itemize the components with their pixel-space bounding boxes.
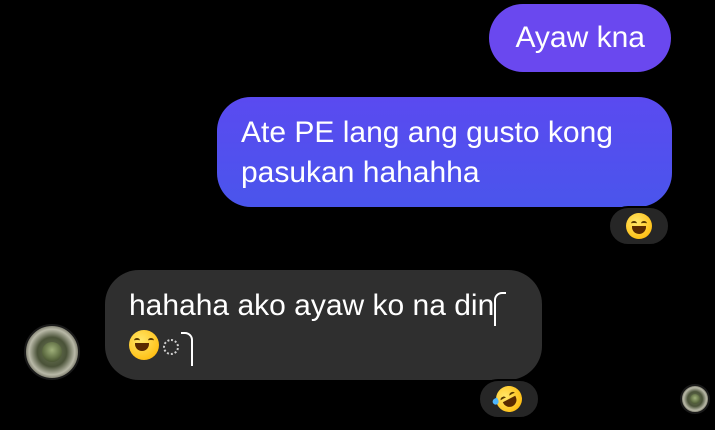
grinning-squinting-face-icon bbox=[129, 330, 159, 361]
grinning-squinting-face-icon bbox=[626, 213, 652, 239]
reaction-badge[interactable] bbox=[478, 379, 540, 419]
chat-thread: Ayaw kna Ate PE lang ang gusto kong pasu… bbox=[0, 0, 715, 430]
reaction-badge[interactable] bbox=[608, 206, 670, 246]
message-text-line-1: hahaha ako ayaw ko na din bbox=[129, 286, 518, 327]
message-bubble-outgoing[interactable]: Ate PE lang ang gusto kong pasukan hahah… bbox=[217, 97, 672, 207]
message-bubble-outgoing[interactable]: Ayaw kna bbox=[489, 4, 671, 72]
message-text-line-1: Ate PE lang ang gusto kong bbox=[241, 116, 613, 149]
rolling-on-the-floor-laughing-icon bbox=[491, 381, 527, 417]
message-text: Ayaw kna bbox=[515, 21, 645, 54]
message-bubble-incoming[interactable]: hahaha ako ayaw ko na din bbox=[105, 270, 542, 380]
contact-avatar[interactable] bbox=[24, 324, 80, 380]
unrendered-glyph-icon bbox=[181, 332, 193, 367]
read-receipt-avatar bbox=[680, 384, 710, 414]
message-text-line-2: pasukan hahahha bbox=[241, 156, 480, 189]
message-text-line-2 bbox=[129, 326, 518, 367]
unrendered-glyph-icon bbox=[494, 292, 507, 327]
dotted-circle-icon bbox=[163, 339, 179, 356]
